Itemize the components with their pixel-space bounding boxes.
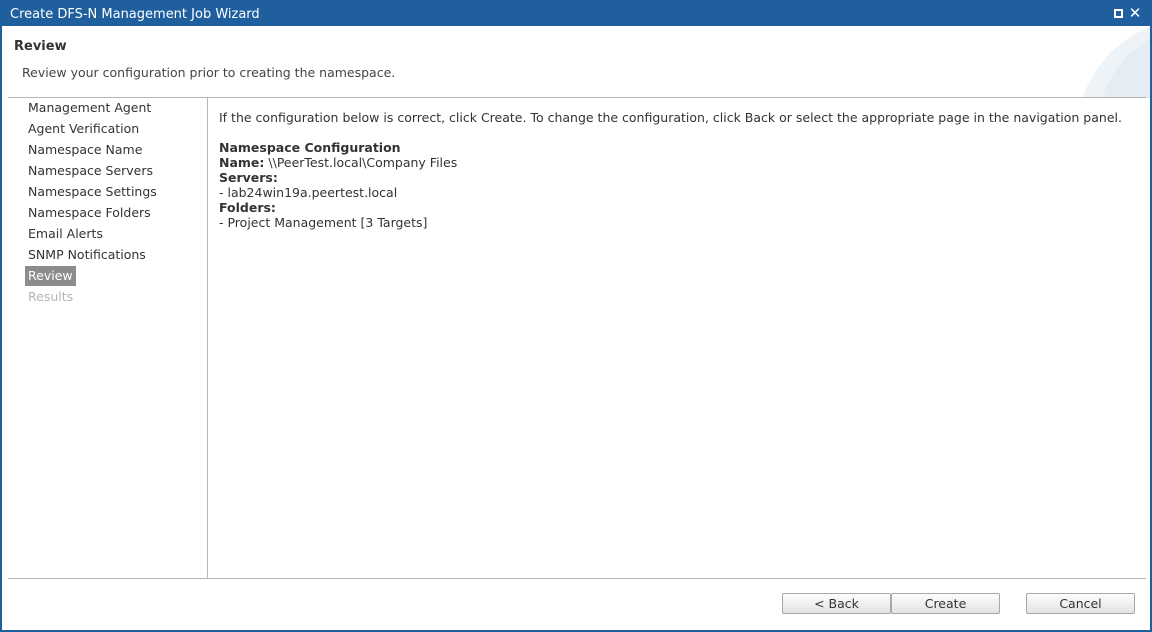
maximize-icon[interactable] xyxy=(1112,6,1126,20)
folder-list-item: - Project Management [3 Targets] xyxy=(219,215,428,230)
create-button[interactable]: Create xyxy=(891,593,1000,614)
page-subtitle: Review your configuration prior to creat… xyxy=(22,65,396,80)
nav-item-results: Results xyxy=(28,289,74,304)
configuration-heading: Namespace Configuration xyxy=(219,140,401,155)
name-row: Name: \\PeerTest.local\Company Files xyxy=(219,155,457,170)
header-decoration-icon xyxy=(1082,26,1150,98)
nav-item-review[interactable]: Review xyxy=(25,266,76,286)
navigation-panel: Management Agent Agent Verification Name… xyxy=(8,98,208,578)
review-instructions: If the configuration below is correct, c… xyxy=(219,110,1122,125)
name-value: \\PeerTest.local\Company Files xyxy=(268,155,458,170)
footer-divider xyxy=(8,578,1146,579)
title-bar[interactable]: Create DFS-N Management Job Wizard ✕ xyxy=(2,2,1150,26)
server-list-item: - lab24win19a.peertest.local xyxy=(219,185,398,200)
nav-item-management-agent[interactable]: Management Agent xyxy=(25,98,154,118)
nav-item-namespace-settings[interactable]: Namespace Settings xyxy=(25,182,160,202)
nav-item-snmp-notifications[interactable]: SNMP Notifications xyxy=(25,245,149,265)
back-button[interactable]: < Back xyxy=(782,593,891,614)
namespace-configuration: Namespace Configuration Name: \\PeerTest… xyxy=(219,140,457,230)
review-content: If the configuration below is correct, c… xyxy=(209,98,1146,578)
folders-label: Folders: xyxy=(219,200,276,215)
nav-item-namespace-name[interactable]: Namespace Name xyxy=(25,140,145,160)
wizard-window: Create DFS-N Management Job Wizard ✕ Rev… xyxy=(0,0,1152,632)
page-title: Review xyxy=(14,39,67,54)
window-title: Create DFS-N Management Job Wizard xyxy=(10,7,260,22)
close-icon[interactable]: ✕ xyxy=(1128,6,1142,21)
nav-item-agent-verification[interactable]: Agent Verification xyxy=(25,119,142,139)
nav-item-email-alerts[interactable]: Email Alerts xyxy=(25,224,106,244)
wizard-header: Review Review your configuration prior t… xyxy=(2,26,1150,98)
servers-label: Servers: xyxy=(219,170,278,185)
nav-item-namespace-folders[interactable]: Namespace Folders xyxy=(25,203,154,223)
cancel-button[interactable]: Cancel xyxy=(1026,593,1135,614)
nav-item-namespace-servers[interactable]: Namespace Servers xyxy=(25,161,156,181)
name-label: Name: xyxy=(219,155,265,170)
